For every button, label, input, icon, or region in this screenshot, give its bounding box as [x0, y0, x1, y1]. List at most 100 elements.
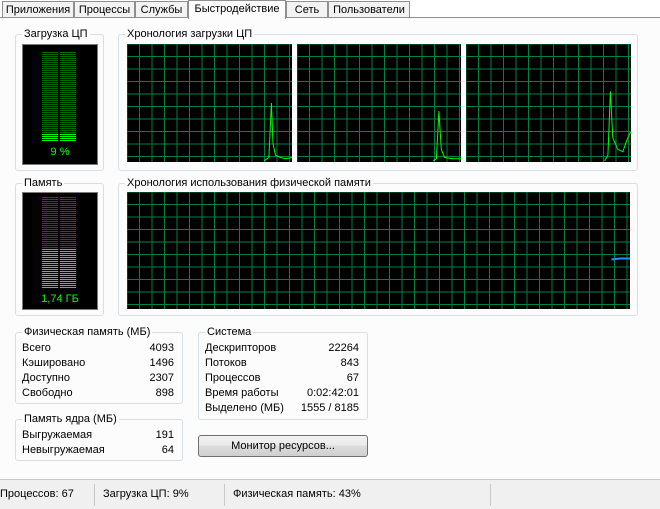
meter-segment: [60, 94, 76, 95]
cpu-meter-bars-right: [60, 52, 76, 142]
meter-segment: [60, 285, 76, 286]
meter-segment: [60, 74, 76, 75]
meter-segment: [42, 205, 58, 206]
meter-segment: [42, 219, 58, 220]
meter-segment: [42, 273, 58, 274]
meter-segment: [42, 235, 58, 236]
meter-segment: [42, 126, 58, 127]
meter-segment: [42, 281, 58, 282]
meter-segment: [60, 223, 76, 224]
tab-applications[interactable]: Приложения: [2, 1, 74, 17]
tab-processes[interactable]: Процессы: [74, 1, 135, 17]
status-separator: [490, 484, 491, 506]
meter-segment: [42, 66, 58, 67]
meter-segment: [42, 100, 58, 101]
meter-segment: [42, 283, 58, 284]
meter-segment: [60, 225, 76, 226]
meter-segment: [60, 138, 76, 139]
meter-segment: [42, 60, 58, 61]
meter-segment: [42, 263, 58, 264]
meter-segment: [60, 211, 76, 212]
meter-segment: [42, 76, 58, 77]
meter-segment: [42, 269, 58, 270]
meter-segment: [60, 118, 76, 119]
meter-segment: [42, 239, 58, 240]
meter-segment: [60, 217, 76, 218]
meter-segment: [42, 128, 58, 129]
meter-segment: [60, 92, 76, 93]
memory-meter-bars-left: [42, 197, 58, 289]
meter-segment: [60, 257, 76, 258]
meter-segment: [42, 90, 58, 91]
kernel-memory-title: Память ядра (МБ): [22, 413, 119, 426]
tab-services[interactable]: Службы: [135, 1, 188, 17]
meter-segment: [60, 277, 76, 278]
meter-segment: [60, 106, 76, 107]
meter-segment: [60, 98, 76, 99]
meter-segment: [42, 275, 58, 276]
meter-segment: [42, 213, 58, 214]
meter-segment: [60, 197, 76, 198]
meter-segment: [42, 118, 58, 119]
meter-segment: [60, 116, 76, 117]
cpu-history-title: Хронология загрузки ЦП: [125, 28, 255, 41]
meter-segment: [60, 209, 76, 210]
meter-segment: [60, 86, 76, 87]
meter-segment: [60, 221, 76, 222]
meter-segment: [42, 227, 58, 228]
meter-segment: [60, 279, 76, 280]
stat-row-nonpaged: Невыгружаемая 64: [22, 444, 174, 456]
meter-segment: [60, 62, 76, 63]
meter-segment: [42, 64, 58, 65]
meter-segment: [60, 241, 76, 242]
tab-performance[interactable]: Быстродействие: [188, 0, 286, 19]
meter-segment: [42, 265, 58, 266]
physical-memory-group: Физическая память (МБ) Всего 4093 Кэширов…: [15, 326, 183, 404]
cpu-core-2-graph: [297, 44, 461, 162]
stat-row-processes: Процессов 67: [205, 372, 359, 384]
meter-segment: [42, 277, 58, 278]
meter-segment: [60, 247, 76, 248]
memory-history-title: Хронология использования физической памя…: [125, 177, 373, 190]
tab-network[interactable]: Сеть: [286, 1, 328, 17]
meter-segment: [42, 279, 58, 280]
meter-segment: [60, 235, 76, 236]
meter-segment: [42, 217, 58, 218]
tab-strip: Приложения Процессы Службы Быстродействи…: [0, 0, 660, 19]
meter-segment: [60, 269, 76, 270]
meter-segment: [60, 271, 76, 272]
stat-row-uptime: Время работы 0:02:42:01: [205, 387, 359, 399]
meter-segment: [42, 203, 58, 204]
memory-title: Память: [22, 177, 65, 190]
meter-segment: [60, 80, 76, 81]
meter-segment: [60, 239, 76, 240]
memory-meter: 1,74 ГБ: [22, 192, 98, 310]
meter-segment: [60, 281, 76, 282]
meter-segment: [42, 249, 58, 250]
meter-segment: [60, 243, 76, 244]
graph-grid: [297, 44, 461, 162]
meter-segment: [42, 130, 58, 131]
meter-segment: [60, 54, 76, 55]
meter-segment: [60, 213, 76, 214]
meter-segment: [42, 68, 58, 69]
meter-segment: [42, 94, 58, 95]
meter-segment: [60, 140, 76, 141]
meter-segment: [42, 88, 58, 89]
tab-users[interactable]: Пользователи: [328, 1, 410, 17]
meter-segment: [42, 114, 58, 115]
meter-segment: [42, 120, 58, 121]
meter-segment: [42, 134, 58, 135]
meter-segment: [42, 209, 58, 210]
meter-segment: [42, 124, 58, 125]
meter-segment: [60, 120, 76, 121]
meter-segment: [60, 201, 76, 202]
meter-segment: [42, 201, 58, 202]
meter-segment: [42, 92, 58, 93]
resource-monitor-button[interactable]: Монитор ресурсов...: [198, 435, 368, 457]
meter-segment: [42, 70, 58, 71]
system-group: Система Дескрипторов 22264 Потоков 843 Про…: [198, 326, 368, 420]
stat-row-cached: Кэшировано 1496: [22, 357, 174, 369]
meter-segment: [60, 126, 76, 127]
system-title: Система: [205, 326, 254, 339]
